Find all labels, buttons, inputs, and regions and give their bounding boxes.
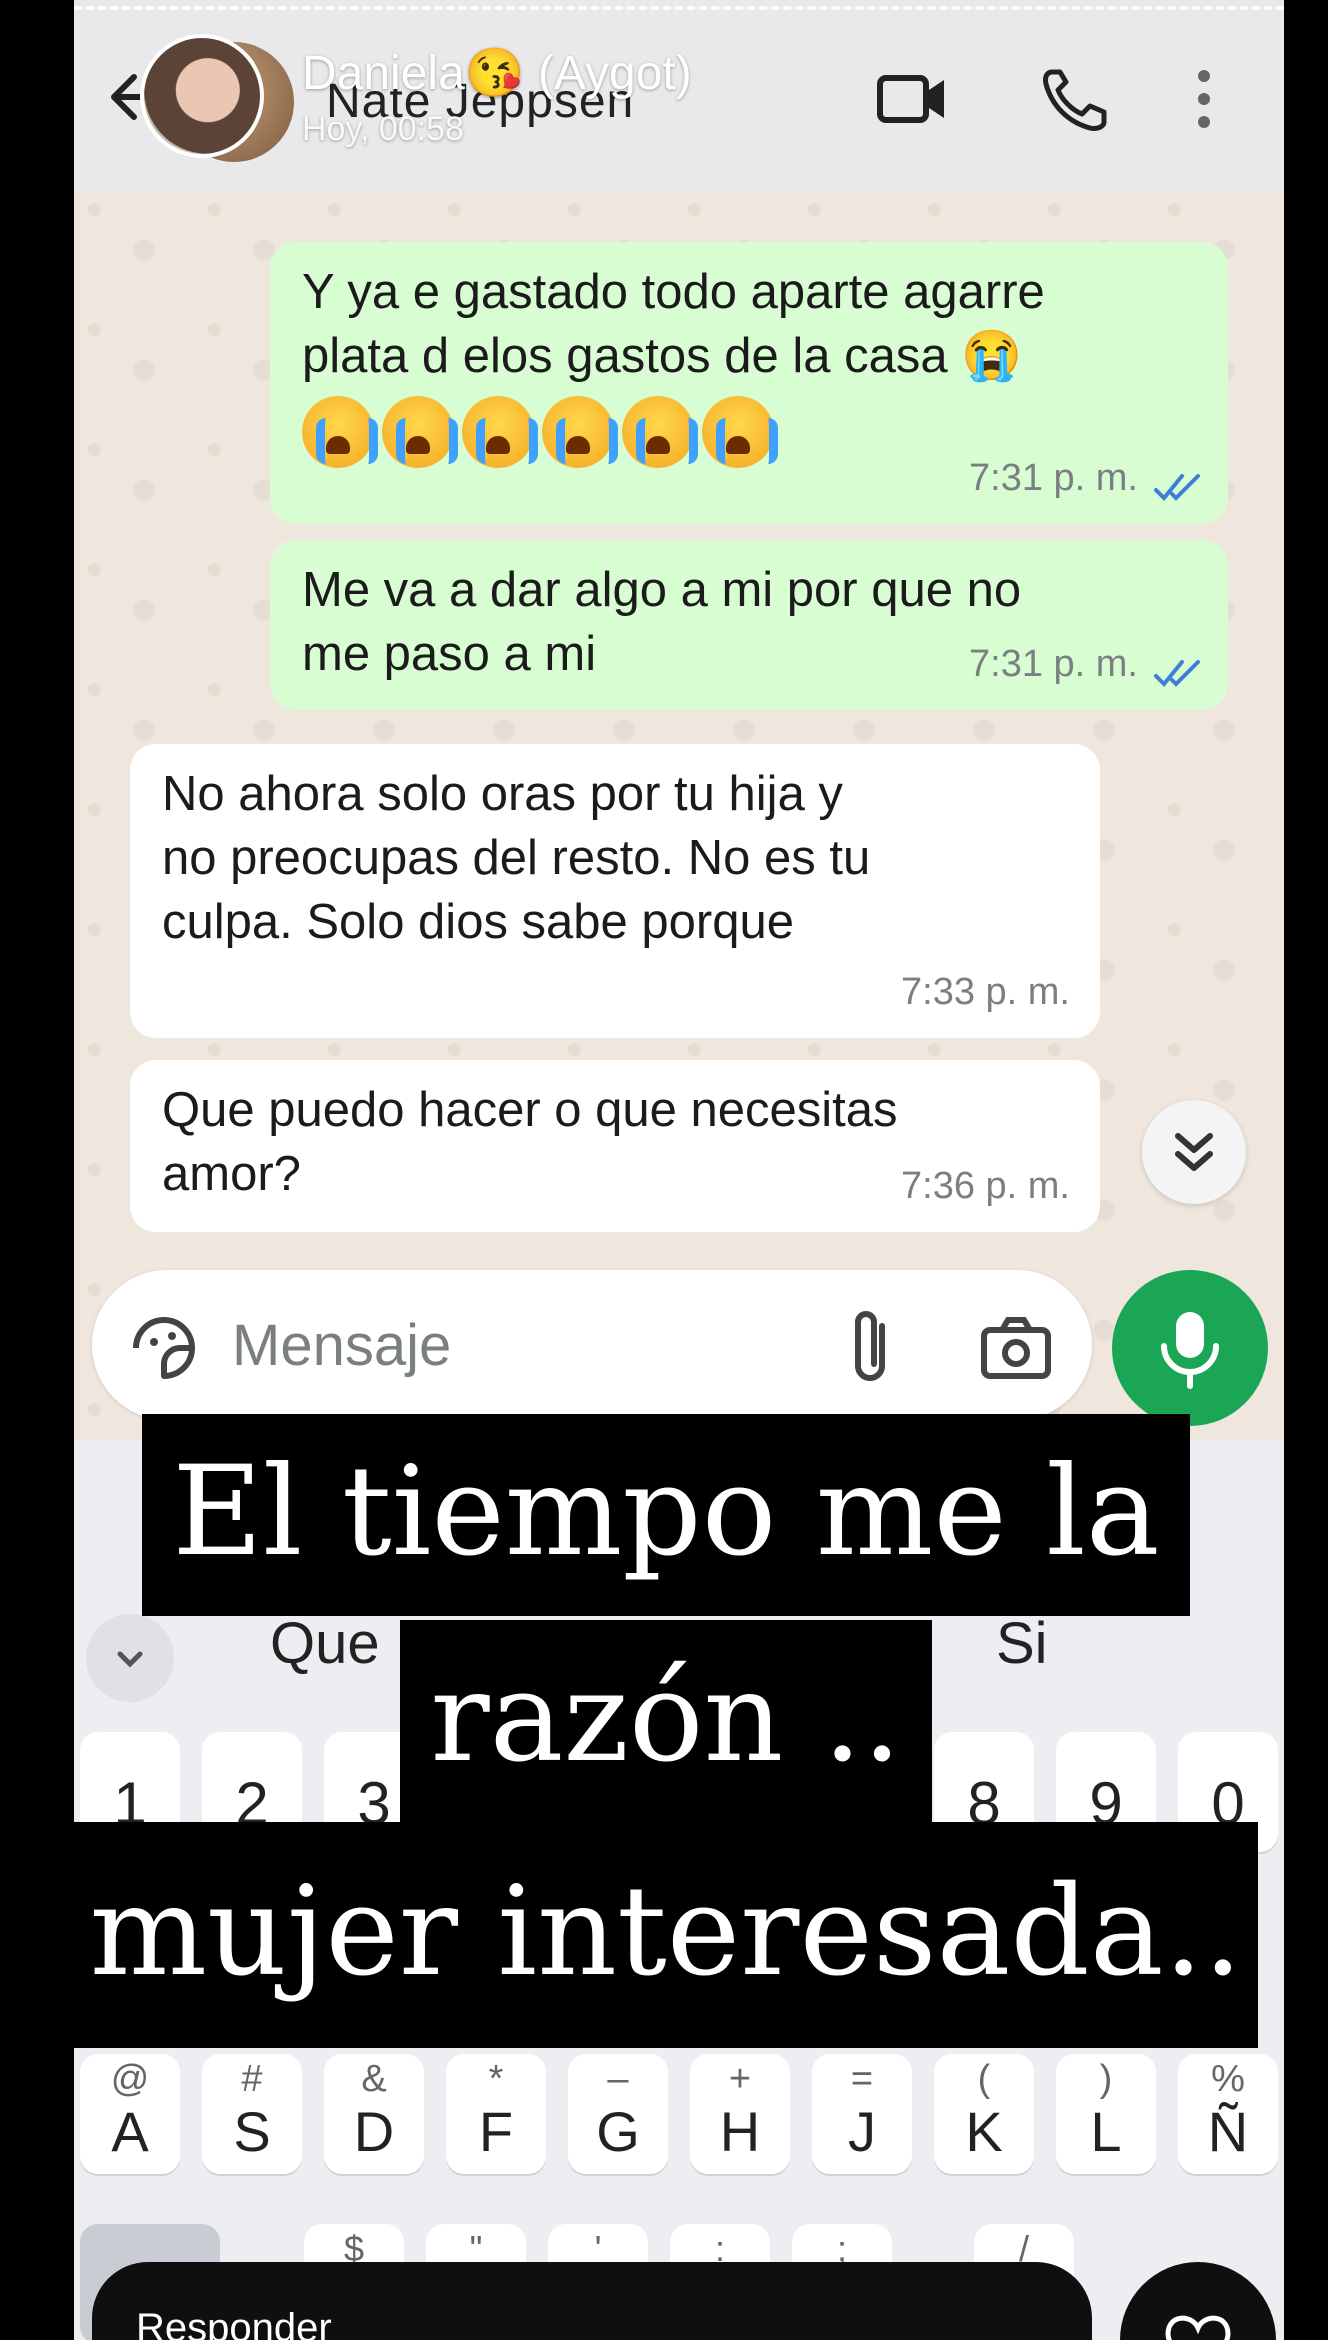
message-bubble-incoming[interactable]: Que puedo hacer o que necesitas amor? 7:… <box>130 1060 1100 1232</box>
crying-face-icon <box>302 396 378 468</box>
sticker-icon[interactable] <box>126 1310 202 1386</box>
story-caption-line: razón .. <box>400 1620 932 1824</box>
story-user-avatar[interactable] <box>140 34 264 158</box>
message-time: 7:36 p. m. <box>901 1165 1070 1207</box>
suggestion-chip[interactable]: Si <box>996 1610 1048 1677</box>
story-reply-placeholder: Responder <box>136 2306 332 2340</box>
read-receipt-icon <box>1154 660 1200 687</box>
scroll-to-bottom-button[interactable] <box>1142 1100 1246 1204</box>
key[interactable]: + H <box>690 2054 790 2174</box>
microphone-icon <box>1161 1312 1219 1389</box>
key-sub-label: & <box>361 2058 387 2100</box>
key-label: Ñ <box>1207 2100 1249 2163</box>
message-input-placeholder: Mensaje <box>232 1313 452 1378</box>
key[interactable]: = J <box>812 2054 912 2174</box>
read-receipt-icon <box>1154 474 1200 501</box>
message-text: Y ya e gastado todo aparte agarre <box>302 265 1045 319</box>
key[interactable]: & D <box>324 2054 424 2174</box>
story-like-button[interactable] <box>1120 2262 1276 2340</box>
message-text: no preocupas del resto. No es tu <box>162 831 871 885</box>
message-bubble-outgoing[interactable]: Me va a dar algo a mi por que no me paso… <box>270 540 1228 710</box>
message-text: culpa. Solo dios sabe porque <box>162 895 794 949</box>
key-sub-label: @ <box>110 2058 150 2100</box>
key[interactable]: * F <box>446 2054 546 2174</box>
key-label: F <box>478 2100 514 2163</box>
key-label: J <box>848 2100 876 2163</box>
key[interactable]: – G <box>568 2054 668 2174</box>
more-options-icon[interactable] <box>1184 66 1224 132</box>
camera-icon[interactable] <box>980 1316 1052 1380</box>
message-text: No ahora solo oras por tu hija y <box>162 767 843 821</box>
key[interactable]: @ A <box>80 2054 180 2174</box>
heart-icon <box>1165 2315 1231 2340</box>
message-input[interactable]: Mensaje <box>92 1270 1092 1420</box>
story-timestamp: Hoy, 00:58 <box>302 110 464 148</box>
story-caption-line: mujer interesada.. <box>74 1822 1258 2048</box>
key-sub-label: ) <box>1099 2058 1113 2100</box>
crying-face-icon <box>622 396 698 468</box>
suggestion-chip[interactable]: Que <box>270 1610 380 1677</box>
key-sub-label: = <box>850 2058 874 2100</box>
voice-message-button[interactable] <box>1112 1270 1268 1426</box>
key[interactable]: (K <box>934 2054 1034 2174</box>
attach-icon[interactable] <box>842 1306 902 1390</box>
message-time: 7:31 p. m. <box>969 643 1138 685</box>
key-label: D <box>353 2100 395 2163</box>
message-text: Que puedo hacer o que necesitas <box>162 1083 898 1137</box>
chevron-down-icon <box>117 1651 143 1668</box>
message-bubble-incoming[interactable]: No ahora solo oras por tu hija y no preo… <box>130 744 1100 1038</box>
story-user-name[interactable]: Daniela😘 (Aygot) <box>302 44 692 101</box>
key-label: H <box>719 2100 761 2163</box>
key-label: K <box>965 2100 1003 2163</box>
message-text: Me va a dar algo a mi por que no <box>302 563 1022 617</box>
key-sub-label: ( <box>977 2058 991 2100</box>
message-bubble-outgoing[interactable]: Y ya e gastado todo aparte agarre plata … <box>270 242 1228 524</box>
crying-face-icon <box>702 396 778 468</box>
double-chevron-down-icon <box>1175 1133 1213 1171</box>
key-label: S <box>233 2100 271 2163</box>
crying-face-icon <box>462 396 538 468</box>
message-time: 7:31 p. m. <box>969 457 1138 499</box>
key-sub-label: % <box>1211 2058 1245 2100</box>
collapse-suggestions-button[interactable] <box>86 1614 174 1702</box>
story-progress-bar <box>74 6 1284 10</box>
crying-face-icon <box>382 396 458 468</box>
key-sub-label: – <box>607 2058 629 2100</box>
key[interactable]: ) L <box>1056 2054 1156 2174</box>
key-sub-label: # <box>241 2058 263 2100</box>
message-text: plata d elos gastos de la casa 😭 <box>302 329 1023 383</box>
key-sub-label: + <box>728 2058 752 2100</box>
key-label: G <box>596 2100 640 2163</box>
video-call-icon[interactable] <box>874 66 950 132</box>
message-time: 7:33 p. m. <box>901 971 1070 1013</box>
phone-call-icon[interactable] <box>1038 66 1114 132</box>
key-label: L <box>1090 2100 1122 2163</box>
key[interactable]: # S <box>202 2054 302 2174</box>
crying-face-icon <box>542 396 618 468</box>
key-sub-label: * <box>488 2058 504 2100</box>
story-caption-line: El tiempo me la <box>142 1414 1190 1616</box>
key-label: A <box>111 2100 149 2163</box>
key[interactable]: % Ñ <box>1178 2054 1278 2174</box>
story-reply-input[interactable]: Responder <box>92 2262 1092 2340</box>
